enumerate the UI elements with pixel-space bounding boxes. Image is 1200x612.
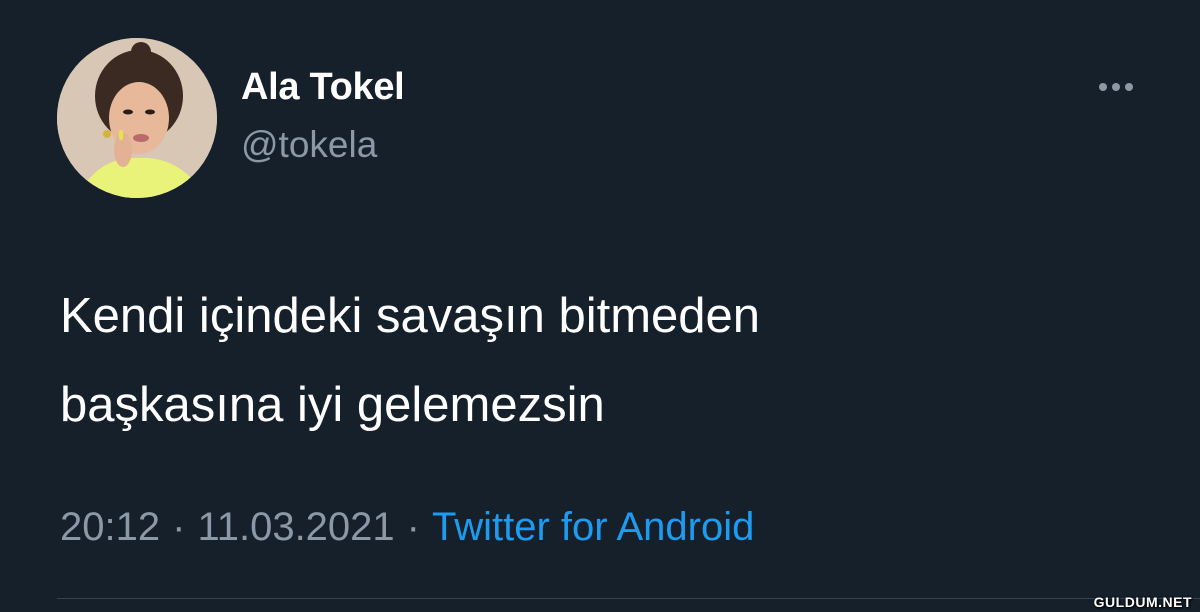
more-horizontal-icon-dot	[1112, 83, 1120, 91]
tweet-metadata: 20:12 · 11.03.2021 · Twitter for Android	[60, 505, 754, 550]
more-options-button[interactable]	[1088, 70, 1144, 104]
avatar-image	[57, 38, 217, 198]
separator: ·	[406, 505, 420, 549]
avatar[interactable]	[57, 38, 217, 198]
user-handle[interactable]: @tokela	[241, 124, 377, 166]
tweet-text-line: Kendi içindeki savaşın bitmeden	[60, 289, 761, 343]
more-horizontal-icon-dot	[1125, 83, 1133, 91]
divider	[57, 598, 1200, 599]
tweet-source-link[interactable]: Twitter for Android	[432, 505, 754, 549]
separator: ·	[172, 505, 186, 549]
tweet-time[interactable]: 20:12	[60, 505, 160, 549]
watermark: GULDUM.NET	[1093, 594, 1192, 610]
tweet-card: Ala Tokel @tokela Kendi içindeki savaşın…	[0, 0, 1200, 612]
display-name[interactable]: Ala Tokel	[241, 66, 405, 109]
tweet-text-line: başkasına iyi gelemezsin	[60, 378, 605, 432]
tweet-text: Kendi içindeki savaşın bitmeden başkasın…	[60, 272, 1140, 450]
more-horizontal-icon	[1099, 83, 1107, 91]
tweet-date[interactable]: 11.03.2021	[197, 505, 394, 549]
